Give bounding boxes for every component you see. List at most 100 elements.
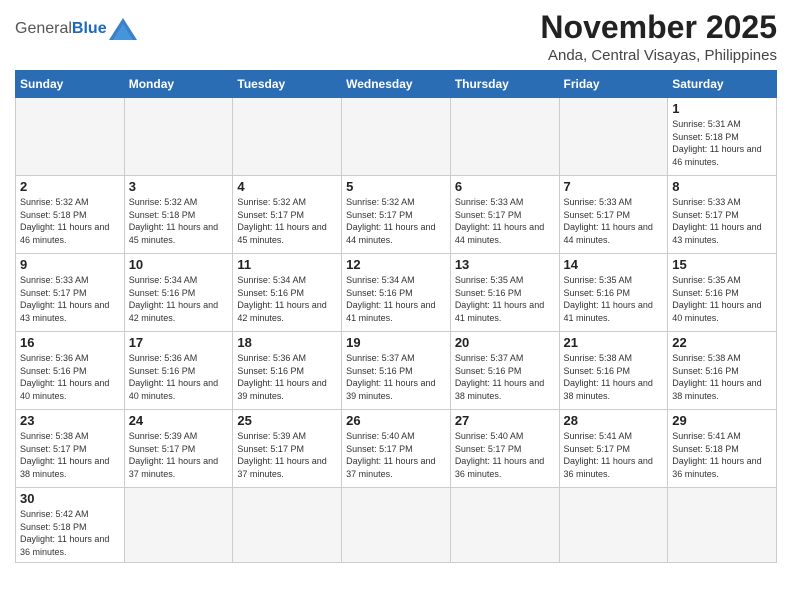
day-info: Sunrise: 5:35 AMSunset: 5:16 PMDaylight:… (564, 274, 664, 324)
day-info: Sunrise: 5:37 AMSunset: 5:16 PMDaylight:… (455, 352, 555, 402)
day-number: 7 (564, 179, 664, 194)
weekday-header-saturday: Saturday (668, 71, 777, 98)
day-number: 5 (346, 179, 446, 194)
day-number: 22 (672, 335, 772, 350)
day-info: Sunrise: 5:34 AMSunset: 5:16 PMDaylight:… (346, 274, 446, 324)
day-number: 18 (237, 335, 337, 350)
calendar-cell: 10 Sunrise: 5:34 AMSunset: 5:16 PMDayligh… (124, 254, 233, 332)
week-row-6: 30 Sunrise: 5:42 AMSunset: 5:18 PMDayligh… (16, 488, 777, 562)
page-header: General Blue November 2025 Anda, Central… (15, 10, 777, 64)
week-row-3: 9 Sunrise: 5:33 AMSunset: 5:17 PMDaylight… (16, 254, 777, 332)
day-info: Sunrise: 5:33 AMSunset: 5:17 PMDaylight:… (455, 196, 555, 246)
weekday-header-thursday: Thursday (450, 71, 559, 98)
day-number: 1 (672, 101, 772, 116)
day-info: Sunrise: 5:41 AMSunset: 5:18 PMDaylight:… (672, 430, 772, 480)
calendar-cell: 11Sunrise: 5:34 AMSunset: 5:16 PMDayligh… (233, 254, 342, 332)
weekday-header-row: SundayMondayTuesdayWednesdayThursdayFrid… (16, 71, 777, 98)
day-info: Sunrise: 5:40 AMSunset: 5:17 PMDaylight:… (455, 430, 555, 480)
calendar-cell: 29 Sunrise: 5:41 AMSunset: 5:18 PMDayligh… (668, 410, 777, 488)
calendar-cell (342, 488, 451, 562)
day-number: 25 (237, 413, 337, 428)
calendar-cell: 1 Sunrise: 5:31 AMSunset: 5:18 PMDaylight… (668, 98, 777, 176)
day-info: Sunrise: 5:42 AMSunset: 5:18 PMDaylight:… (20, 508, 120, 558)
day-number: 13 (455, 257, 555, 272)
day-info: Sunrise: 5:33 AMSunset: 5:17 PMDaylight:… (672, 196, 772, 246)
calendar-cell: 8 Sunrise: 5:33 AMSunset: 5:17 PMDaylight… (668, 176, 777, 254)
day-number: 24 (129, 413, 229, 428)
day-number: 23 (20, 413, 120, 428)
logo: General Blue (15, 18, 137, 40)
day-info: Sunrise: 5:36 AMSunset: 5:16 PMDaylight:… (129, 352, 229, 402)
calendar-cell: 3 Sunrise: 5:32 AMSunset: 5:18 PMDaylight… (124, 176, 233, 254)
day-info: Sunrise: 5:40 AMSunset: 5:17 PMDaylight:… (346, 430, 446, 480)
day-info: Sunrise: 5:31 AMSunset: 5:18 PMDaylight:… (672, 118, 772, 168)
day-info: Sunrise: 5:36 AMSunset: 5:16 PMDaylight:… (237, 352, 337, 402)
week-row-1: 1 Sunrise: 5:31 AMSunset: 5:18 PMDaylight… (16, 98, 777, 176)
location-title: Anda, Central Visayas, Philippines (540, 47, 777, 64)
calendar-cell: 24 Sunrise: 5:39 AMSunset: 5:17 PMDayligh… (124, 410, 233, 488)
calendar-cell: 30 Sunrise: 5:42 AMSunset: 5:18 PMDayligh… (16, 488, 125, 562)
day-info: Sunrise: 5:32 AMSunset: 5:18 PMDaylight:… (129, 196, 229, 246)
day-number: 8 (672, 179, 772, 194)
calendar-cell (559, 98, 668, 176)
calendar-cell: 27 Sunrise: 5:40 AMSunset: 5:17 PMDayligh… (450, 410, 559, 488)
calendar-cell: 6 Sunrise: 5:33 AMSunset: 5:17 PMDaylight… (450, 176, 559, 254)
calendar-cell: 12 Sunrise: 5:34 AMSunset: 5:16 PMDayligh… (342, 254, 451, 332)
day-number: 27 (455, 413, 555, 428)
day-info: Sunrise: 5:38 AMSunset: 5:16 PMDaylight:… (564, 352, 664, 402)
day-number: 29 (672, 413, 772, 428)
day-number: 12 (346, 257, 446, 272)
calendar-cell: 4 Sunrise: 5:32 AMSunset: 5:17 PMDaylight… (233, 176, 342, 254)
day-info: Sunrise: 5:32 AMSunset: 5:17 PMDaylight:… (237, 196, 337, 246)
day-number: 6 (455, 179, 555, 194)
day-info: Sunrise: 5:35 AMSunset: 5:16 PMDaylight:… (455, 274, 555, 324)
day-info: Sunrise: 5:39 AMSunset: 5:17 PMDaylight:… (237, 430, 337, 480)
day-info: Sunrise: 5:34 AMSunset: 5:16 PMDaylight:… (129, 274, 229, 324)
calendar-cell: 23 Sunrise: 5:38 AMSunset: 5:17 PMDayligh… (16, 410, 125, 488)
calendar-cell: 16 Sunrise: 5:36 AMSunset: 5:16 PMDayligh… (16, 332, 125, 410)
day-info: Sunrise: 5:38 AMSunset: 5:16 PMDaylight:… (672, 352, 772, 402)
calendar-cell (342, 98, 451, 176)
day-number: 16 (20, 335, 120, 350)
calendar-cell (16, 98, 125, 176)
day-number: 9 (20, 257, 120, 272)
calendar-cell: 13 Sunrise: 5:35 AMSunset: 5:16 PMDayligh… (450, 254, 559, 332)
calendar-cell: 18 Sunrise: 5:36 AMSunset: 5:16 PMDayligh… (233, 332, 342, 410)
day-number: 19 (346, 335, 446, 350)
calendar-cell: 20 Sunrise: 5:37 AMSunset: 5:16 PMDayligh… (450, 332, 559, 410)
title-area: November 2025 Anda, Central Visayas, Phi… (540, 10, 777, 64)
week-row-5: 23 Sunrise: 5:38 AMSunset: 5:17 PMDayligh… (16, 410, 777, 488)
day-number: 17 (129, 335, 229, 350)
calendar-cell: 17 Sunrise: 5:36 AMSunset: 5:16 PMDayligh… (124, 332, 233, 410)
day-number: 21 (564, 335, 664, 350)
calendar-cell: 14 Sunrise: 5:35 AMSunset: 5:16 PMDayligh… (559, 254, 668, 332)
calendar-cell: 5 Sunrise: 5:32 AMSunset: 5:17 PMDaylight… (342, 176, 451, 254)
day-info: Sunrise: 5:35 AMSunset: 5:16 PMDaylight:… (672, 274, 772, 324)
day-number: 14 (564, 257, 664, 272)
calendar-cell (559, 488, 668, 562)
day-number: 20 (455, 335, 555, 350)
weekday-header-friday: Friday (559, 71, 668, 98)
day-info: Sunrise: 5:38 AMSunset: 5:17 PMDaylight:… (20, 430, 120, 480)
calendar-cell (124, 98, 233, 176)
day-number: 11 (237, 257, 337, 272)
day-info: Sunrise: 5:33 AMSunset: 5:17 PMDaylight:… (20, 274, 120, 324)
day-info: Sunrise: 5:32 AMSunset: 5:17 PMDaylight:… (346, 196, 446, 246)
weekday-header-wednesday: Wednesday (342, 71, 451, 98)
day-number: 2 (20, 179, 120, 194)
day-info: Sunrise: 5:36 AMSunset: 5:16 PMDaylight:… (20, 352, 120, 402)
calendar-cell (124, 488, 233, 562)
logo-blue-text: Blue (72, 20, 107, 38)
day-number: 4 (237, 179, 337, 194)
calendar-table: SundayMondayTuesdayWednesdayThursdayFrid… (15, 70, 777, 562)
month-title: November 2025 (540, 10, 777, 45)
calendar-cell: 2Sunrise: 5:32 AMSunset: 5:18 PMDaylight… (16, 176, 125, 254)
logo-icon (109, 18, 137, 40)
day-number: 3 (129, 179, 229, 194)
day-info: Sunrise: 5:33 AMSunset: 5:17 PMDaylight:… (564, 196, 664, 246)
day-info: Sunrise: 5:39 AMSunset: 5:17 PMDaylight:… (129, 430, 229, 480)
day-info: Sunrise: 5:41 AMSunset: 5:17 PMDaylight:… (564, 430, 664, 480)
day-number: 10 (129, 257, 229, 272)
day-number: 30 (20, 491, 120, 506)
day-info: Sunrise: 5:37 AMSunset: 5:16 PMDaylight:… (346, 352, 446, 402)
